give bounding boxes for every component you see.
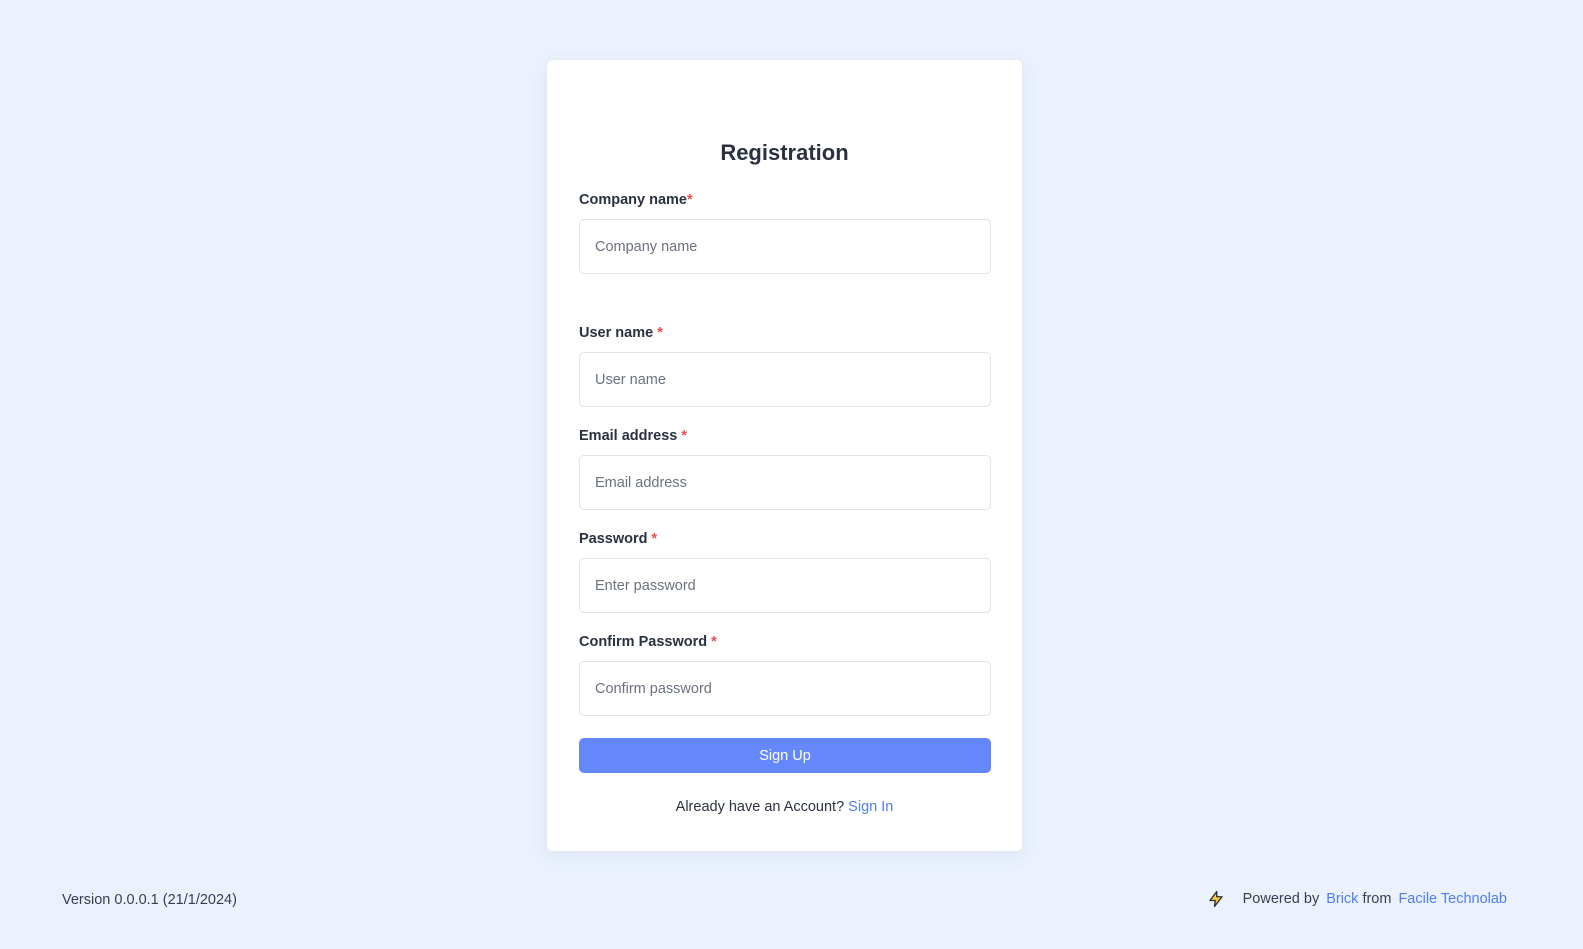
password-label: Password * bbox=[579, 531, 658, 547]
email-address-label: Email address * bbox=[579, 428, 688, 444]
email-address-input[interactable] bbox=[579, 455, 991, 510]
confirm-password-label: Confirm Password * bbox=[579, 634, 717, 650]
lightning-bolt-icon bbox=[1207, 890, 1225, 908]
company-name-input[interactable] bbox=[579, 219, 991, 274]
from-text: from bbox=[1362, 891, 1392, 907]
facile-technolab-link[interactable]: Facile Technolab bbox=[1398, 891, 1507, 907]
powered-by: Powered by Brick from Facile Technolab bbox=[1207, 890, 1507, 908]
required-mark: * bbox=[686, 192, 693, 208]
signin-row: Already have an Account? Sign In bbox=[547, 799, 1022, 815]
sign-in-link[interactable]: Sign In bbox=[848, 799, 893, 815]
company-name-label: Company name* bbox=[579, 192, 693, 208]
required-mark: * bbox=[651, 531, 658, 547]
confirm-password-input[interactable] bbox=[579, 661, 991, 716]
powered-by-text: Powered by bbox=[1242, 891, 1320, 907]
required-mark: * bbox=[657, 325, 663, 341]
signin-prompt: Already have an Account? bbox=[675, 799, 845, 815]
required-mark: * bbox=[711, 634, 717, 650]
brick-link[interactable]: Brick bbox=[1326, 891, 1358, 907]
version-text: Version 0.0.0.1 (21/1/2024) bbox=[62, 892, 237, 908]
user-name-input[interactable] bbox=[579, 352, 991, 407]
required-mark: * bbox=[681, 428, 688, 444]
sign-up-button[interactable]: Sign Up bbox=[579, 738, 991, 773]
page-title: Registration bbox=[720, 140, 849, 165]
page: Registration Company name* User name * E… bbox=[0, 0, 1583, 949]
password-input[interactable] bbox=[579, 558, 991, 613]
user-name-label: User name * bbox=[579, 325, 663, 341]
registration-card: Registration Company name* User name * E… bbox=[546, 59, 1023, 852]
